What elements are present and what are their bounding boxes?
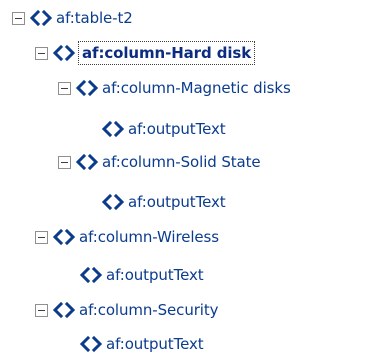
tree-node-label: af:column-Magnetic disks: [102, 79, 291, 97]
tree-node-label: af:column-Wireless: [79, 228, 219, 246]
tree-node-label: af:outputText: [128, 120, 226, 138]
tag-icon: [102, 120, 124, 138]
collapse-toggle-icon[interactable]: [58, 155, 71, 169]
tree-node-output-text[interactable]: af:outputText: [80, 329, 204, 359]
tree-node-output-text[interactable]: af:outputText: [102, 114, 226, 144]
tree-node-label: af:outputText: [106, 335, 204, 353]
tag-icon: [102, 193, 124, 211]
tree-node-output-text[interactable]: af:outputText: [102, 187, 226, 217]
tag-icon: [76, 79, 98, 97]
tree-node-label: af:outputText: [128, 193, 226, 211]
tree-node-output-text[interactable]: af:outputText: [80, 260, 204, 290]
tree-node-label: af:column-Solid State: [102, 153, 261, 171]
tree-node-column-solid-state[interactable]: af:column-Solid State: [58, 147, 261, 177]
tree-node-column-security[interactable]: af:column-Security: [35, 295, 219, 325]
tree-node-label: af:outputText: [106, 266, 204, 284]
structure-tree: af:table-t2 af:column-Hard disk af:colum…: [0, 0, 381, 358]
tag-icon: [30, 9, 52, 27]
tree-node-label: af:column-Hard disk: [78, 41, 256, 65]
tree-node-label: af:column-Security: [79, 301, 219, 319]
collapse-toggle-icon[interactable]: [35, 230, 48, 244]
collapse-toggle-icon[interactable]: [35, 46, 48, 60]
tree-node-column-hard-disk[interactable]: af:column-Hard disk: [35, 38, 256, 68]
tag-icon: [53, 301, 75, 319]
tree-node-column-wireless[interactable]: af:column-Wireless: [35, 222, 219, 252]
collapse-toggle-icon[interactable]: [35, 303, 48, 317]
collapse-toggle-icon[interactable]: [58, 81, 71, 95]
tree-node-label: af:table-t2: [56, 9, 133, 27]
tree-node-column-magnetic-disks[interactable]: af:column-Magnetic disks: [58, 73, 291, 103]
tag-icon: [53, 228, 75, 246]
tag-icon: [80, 335, 102, 353]
tree-node-table-t2[interactable]: af:table-t2: [12, 3, 133, 33]
tag-icon: [80, 266, 102, 284]
tag-icon: [76, 153, 98, 171]
collapse-toggle-icon[interactable]: [12, 11, 25, 25]
tag-icon: [53, 44, 75, 62]
